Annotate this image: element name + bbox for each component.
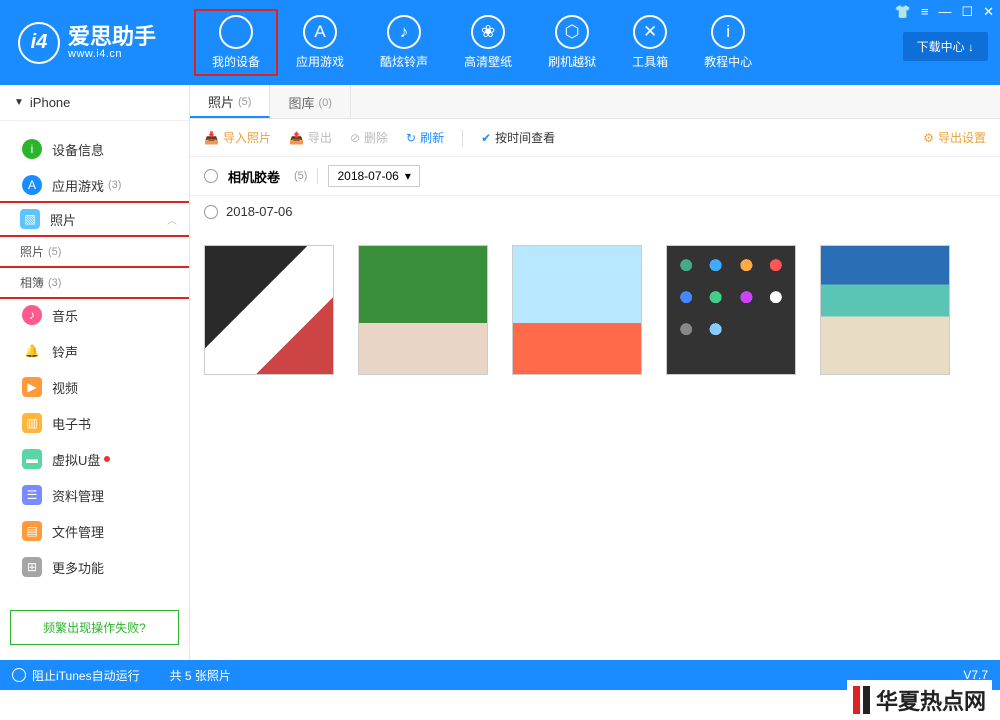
music-icon: ♪ (22, 305, 42, 325)
nav-flash[interactable]: ⬡ 刷机越狱 (530, 9, 614, 76)
view-by-time-button[interactable]: ✔ 按时间查看 (481, 129, 555, 146)
video-icon: ▶ (22, 377, 42, 397)
apple-icon (219, 15, 253, 49)
sidebar-item-ebooks[interactable]: ▥ 电子书 (0, 405, 189, 441)
sidebar-item-apps[interactable]: A 应用游戏 (3) (0, 167, 189, 203)
wrench-icon: ✕ (633, 15, 667, 49)
apps-icon: A (22, 175, 42, 195)
tab-photos[interactable]: 照片 (5) (190, 85, 270, 118)
refresh-icon: ↻ (406, 131, 416, 145)
nav-ringtones[interactable]: ♪ 酷炫铃声 (362, 9, 446, 76)
chevron-down-icon: ▼ (14, 97, 24, 108)
toolbar: 📥 导入照片 📤 导出 ⊘ 删除 ↻ 刷新 ✔ 按时间查看 ⚙ 导 (190, 119, 1000, 157)
usb-icon: ▬ (22, 449, 42, 469)
menu-icon[interactable]: ≡ (921, 4, 929, 20)
export-settings-button[interactable]: ⚙ 导出设置 (923, 129, 986, 146)
watermark: 华夏热点网 (847, 680, 992, 720)
book-icon: ▥ (22, 413, 42, 433)
apps-icon: A (303, 15, 337, 49)
sidebar-item-ringtones[interactable]: 🔔 铃声 (0, 333, 189, 369)
files-icon: ▤ (22, 521, 42, 541)
photo-thumbnail[interactable] (358, 245, 488, 375)
photo-thumbnail[interactable] (512, 245, 642, 375)
info-icon: i (711, 15, 745, 49)
check-icon: ✔ (481, 131, 491, 145)
sidebar-item-files[interactable]: ▤ 文件管理 (0, 513, 189, 549)
nav-bar: 我的设备 A 应用游戏 ♪ 酷炫铃声 ❀ 高清壁纸 ⬡ 刷机越狱 ✕ 工具箱 i… (194, 9, 770, 76)
itunes-block-toggle[interactable]: 阻止iTunes自动运行 (12, 667, 140, 684)
photo-thumbnail[interactable] (820, 245, 950, 375)
logo-title: 爱思助手 (68, 26, 156, 48)
sidebar-item-videos[interactable]: ▶ 视频 (0, 369, 189, 405)
flower-icon: ❀ (471, 15, 505, 49)
download-center-button[interactable]: 下载中心 ↓ (903, 32, 988, 61)
album-name: 相机胶卷 (228, 167, 280, 186)
import-icon: 📥 (204, 131, 219, 145)
tabs: 照片 (5) 图库 (0) (190, 85, 1000, 119)
gear-icon: ⚙ (923, 131, 934, 145)
separator (462, 130, 463, 146)
photo-icon: ▧ (20, 209, 40, 229)
sidebar-sub-albums[interactable]: 相簿 (3) (0, 266, 189, 299)
delete-button: ⊘ 删除 (350, 129, 388, 146)
sidebar-sub-photos[interactable]: 照片 (5) (0, 235, 189, 268)
delete-icon: ⊘ (350, 131, 360, 145)
sidebar-item-photos[interactable]: ▧ 照片 ︿ (0, 201, 189, 237)
sidebar-item-more[interactable]: ⊞ 更多功能 (0, 549, 189, 585)
data-icon: ☰ (22, 485, 42, 505)
notification-dot (104, 456, 110, 462)
export-icon: 📤 (289, 131, 304, 145)
chevron-down-icon: ▾ (405, 169, 411, 183)
select-group-radio[interactable] (204, 205, 218, 219)
refresh-button[interactable]: ↻ 刷新 (406, 129, 444, 146)
nav-apps[interactable]: A 应用游戏 (278, 9, 362, 76)
sidebar-item-data[interactable]: ☰ 资料管理 (0, 477, 189, 513)
select-all-radio[interactable] (204, 169, 218, 183)
help-link[interactable]: 频繁出现操作失败? (10, 610, 179, 645)
watermark-icon (853, 686, 870, 714)
sidebar-item-music[interactable]: ♪ 音乐 (0, 297, 189, 333)
sidebar: ▼ iPhone i 设备信息 A 应用游戏 (3) ▧ 照片 ︿ 照片 (5) (0, 85, 190, 690)
separator (317, 168, 318, 184)
nav-wallpapers[interactable]: ❀ 高清壁纸 (446, 9, 530, 76)
sidebar-item-device-info[interactable]: i 设备信息 (0, 131, 189, 167)
sidebar-item-udisk[interactable]: ▬ 虚拟U盘 (0, 441, 189, 477)
date-selector[interactable]: 2018-07-06 ▾ (328, 165, 419, 187)
tab-gallery[interactable]: 图库 (0) (270, 85, 350, 118)
logo-area: i4 爱思助手 www.i4.cn (0, 22, 174, 64)
maximize-button[interactable]: ☐ (961, 4, 973, 20)
import-button[interactable]: 📥 导入照片 (204, 129, 271, 146)
logo-icon: i4 (18, 22, 60, 64)
photo-count: 共 5 张照片 (170, 667, 231, 684)
export-button: 📤 导出 (289, 129, 332, 146)
photo-grid (190, 227, 1000, 393)
close-button[interactable]: ✕ (983, 4, 994, 20)
skin-icon[interactable]: 👕 (895, 4, 911, 20)
chevron-up-icon: ︿ (167, 212, 177, 227)
nav-my-device[interactable]: 我的设备 (194, 9, 278, 76)
nav-toolbox[interactable]: ✕ 工具箱 (614, 9, 686, 76)
filter-bar: 相机胶卷 (5) 2018-07-06 ▾ (190, 157, 1000, 196)
box-icon: ⬡ (555, 15, 589, 49)
photo-thumbnail[interactable] (666, 245, 796, 375)
photo-thumbnail[interactable] (204, 245, 334, 375)
date-group-header[interactable]: 2018-07-06 (190, 196, 1000, 227)
bell-icon: 🔔 (22, 341, 42, 361)
window-controls: 👕 ≡ — ☐ ✕ (895, 4, 994, 20)
logo-subtitle: www.i4.cn (68, 48, 156, 60)
grid-icon: ⊞ (22, 557, 42, 577)
main-content: 照片 (5) 图库 (0) 📥 导入照片 📤 导出 ⊘ 删除 ↻ (190, 85, 1000, 690)
device-selector[interactable]: ▼ iPhone (0, 85, 189, 121)
radio-icon (12, 668, 26, 682)
minimize-button[interactable]: — (938, 4, 951, 20)
nav-tutorials[interactable]: i 教程中心 (686, 9, 770, 76)
info-icon: i (22, 139, 42, 159)
app-header: i4 爱思助手 www.i4.cn 我的设备 A 应用游戏 ♪ 酷炫铃声 ❀ 高… (0, 0, 1000, 85)
bell-icon: ♪ (387, 15, 421, 49)
